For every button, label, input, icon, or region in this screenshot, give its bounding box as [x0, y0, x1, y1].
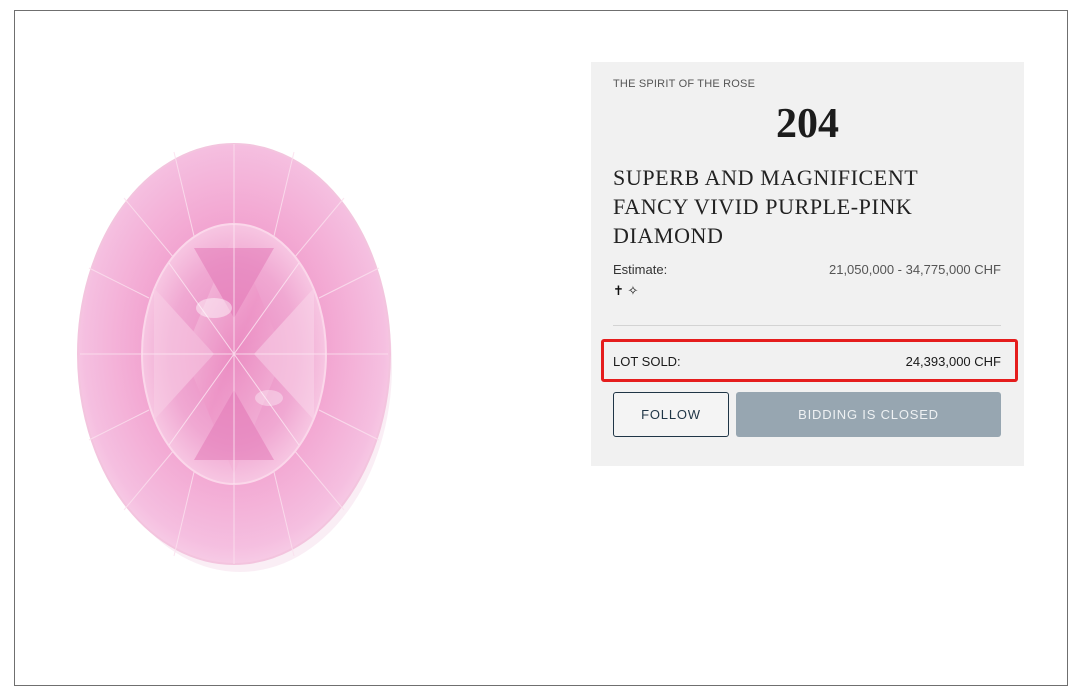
lot-number: 204 [776, 101, 839, 147]
lot-symbols: ✝ ✧ [613, 283, 639, 298]
estimate-label: Estimate: [613, 262, 668, 277]
bidding-closed-button[interactable]: BIDDING IS CLOSED [736, 392, 1001, 437]
lot-title: SUPERB AND MAGNIFICENT FANCY VIVID PURPL… [613, 165, 918, 248]
lot-sold-value: 24,393,000 CHF [905, 354, 1001, 369]
follow-button[interactable]: FOLLOW [613, 392, 729, 437]
sale-title: THE SPIRIT OF THE ROSE [613, 78, 756, 90]
estimate-value: 21,050,000 - 34,775,000 CHF [828, 262, 1001, 277]
divider [613, 325, 1001, 326]
diamond-illustration [77, 143, 392, 572]
lot-sold-label: LOT SOLD: [613, 354, 681, 369]
diamond-image [64, 138, 404, 578]
lot-details-panel: THE SPIRIT OF THE ROSE 204 SUPERB AND MA… [591, 62, 1024, 466]
